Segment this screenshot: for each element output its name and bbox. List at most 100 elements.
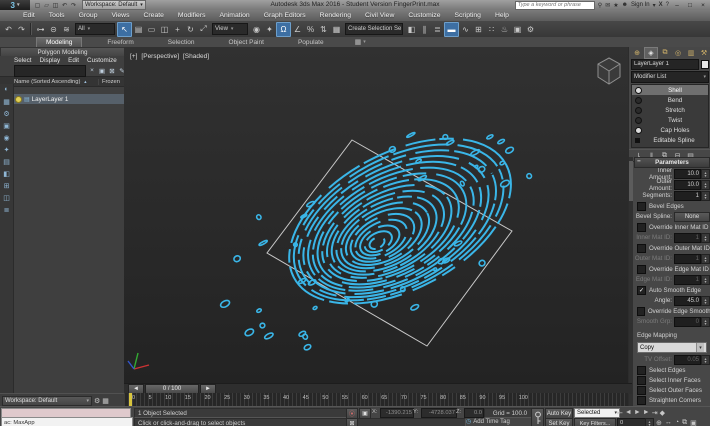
communication-center-icon[interactable]: ✉ (605, 2, 610, 9)
name-column-header[interactable]: Name (Sorted Ascending) (14, 79, 80, 85)
modifier-enabled-bulb-icon[interactable] (635, 97, 642, 104)
curve-editor-icon[interactable]: ∿ (459, 23, 472, 36)
display-shapes-icon[interactable]: ▦ (3, 98, 10, 110)
select-and-link-icon[interactable]: ⊶ (34, 23, 47, 36)
previous-frame-icon[interactable]: ◄ (625, 409, 632, 416)
orbit-icon[interactable]: ◔ (675, 419, 679, 426)
explorer-search-input[interactable] (14, 65, 86, 77)
y-coordinate-field[interactable]: -4728.037 (421, 408, 457, 418)
inner-mat-id-spinner[interactable]: ▴▾ (701, 233, 710, 243)
favorites-icon[interactable]: ★ (613, 2, 618, 9)
track-bar[interactable]: 0510152025303540455055606570758085909510… (124, 393, 628, 406)
inner-mat-id-field[interactable]: 1 (674, 233, 701, 243)
ribbon-tab-modeling[interactable]: Modeling (36, 37, 82, 48)
named-selection-set-dropdown[interactable]: Create Selection Se ▾ (345, 23, 403, 35)
modifier-stack-item-stretch[interactable]: Stretch (632, 105, 708, 115)
percent-snap-icon[interactable]: % (304, 23, 317, 36)
go-to-start-icon[interactable]: ⇤ (617, 409, 623, 417)
modifier-list-dropdown[interactable]: Modifier List ▾ (631, 71, 709, 83)
ribbon-tab-object-paint[interactable]: Object Paint (220, 37, 273, 47)
explorer-menu-customize[interactable]: Customize (83, 57, 121, 64)
menu-graph-editors[interactable]: Graph Editors (257, 12, 313, 19)
menu-modifiers[interactable]: Modifiers (171, 12, 213, 19)
ribbon-tab-selection[interactable]: Selection (159, 37, 204, 47)
spinner-snap-icon[interactable]: ⇅ (317, 23, 330, 36)
modifier-stack-item-twist[interactable]: Twist (632, 115, 708, 125)
explorer-menu-select[interactable]: Select (10, 57, 36, 64)
frozen-column-header[interactable]: Frozen (98, 79, 120, 85)
parameters-rollout-header[interactable]: − Parameters (634, 157, 710, 168)
display-cameras-icon[interactable]: ▣ (3, 122, 10, 134)
minimize-button[interactable]: – (672, 2, 682, 9)
selection-lock-toggle[interactable]: ⊠ (346, 418, 358, 426)
display-groups-icon[interactable]: ▤ (3, 158, 10, 170)
sign-in-button[interactable]: Sign In (631, 2, 650, 8)
angle-field[interactable]: 45.0 (674, 296, 701, 306)
sort-ascending-icon[interactable]: ▲ (83, 79, 87, 84)
modifier-stack-item-bend[interactable]: Bend (632, 95, 708, 105)
tv-offset-field[interactable]: 0.05 (674, 355, 701, 365)
menu-edit[interactable]: Edit (16, 12, 42, 19)
select-and-scale-icon[interactable]: ⤢ (197, 23, 210, 36)
window-crossing-icon[interactable]: ◫ (158, 23, 171, 36)
auto-smooth-edge-checkbox[interactable]: ✓ (637, 286, 646, 295)
explorer-menu-display[interactable]: Display (36, 57, 65, 64)
selection-filter-dropdown[interactable]: All ▾ (75, 23, 115, 35)
modifier-stack-item-shell[interactable]: Shell (632, 85, 708, 95)
workspace-selector-bottom[interactable]: Workspace: Default ▾ (2, 396, 92, 406)
select-by-name-icon[interactable]: ▤ (132, 23, 145, 36)
material-editor-icon[interactable]: ∷ (485, 23, 498, 36)
lock-cell-editing-icon[interactable]: ⊠ (107, 67, 117, 75)
edge-mapping-dropdown[interactable]: Copy ▾ (637, 342, 707, 353)
x-coordinate-field[interactable]: -1390.215 (380, 408, 414, 418)
modifier-stack-item-editable-spline[interactable]: Editable Spline (632, 135, 708, 145)
current-frame-spinner[interactable]: ▴▾ (645, 418, 654, 426)
explorer-layer-row[interactable]: ▤ LayerLayer 1 (13, 94, 124, 104)
undo-icon[interactable]: ↶ (2, 23, 15, 36)
display-spacewarps-icon[interactable]: ✦ (4, 146, 10, 158)
select-and-move-icon[interactable]: + (171, 23, 184, 36)
menu-rendering[interactable]: Rendering (313, 12, 358, 19)
menu-tools[interactable]: Tools (42, 12, 72, 19)
motion-tab[interactable]: ◎ (672, 48, 684, 58)
bind-to-space-warp-icon[interactable]: ≋ (60, 23, 73, 36)
display-geometry-icon[interactable]: ◐ (4, 86, 8, 98)
viewport-general-menu[interactable]: [+] (130, 53, 137, 60)
override-inner-mat-checkbox[interactable] (637, 223, 646, 232)
ribbon-display-icon[interactable]: ▦ (355, 38, 362, 46)
override-outer-mat-checkbox[interactable] (637, 244, 646, 253)
redo-icon[interactable]: ↷ (15, 23, 28, 36)
reference-coordinate-dropdown[interactable]: View ▾ (212, 23, 248, 35)
modify-tab[interactable]: ◈ (644, 47, 658, 59)
align-icon[interactable]: ∥ (418, 23, 431, 36)
display-lights-icon[interactable]: ⚙ (3, 110, 9, 122)
modifier-stack-item-cap-holes[interactable]: Cap Holes (632, 125, 708, 135)
fingerprint-splines[interactable] (191, 93, 561, 383)
smooth-grp-field[interactable]: 0 (674, 317, 701, 327)
next-frame-icon[interactable]: ► (643, 409, 650, 416)
select-and-rotate-icon[interactable]: ↻ (184, 23, 197, 36)
find-icon[interactable]: ▣ (97, 67, 107, 75)
chevron-down-icon[interactable]: ▾ (653, 2, 656, 9)
override-edge-mat-checkbox[interactable] (637, 265, 646, 274)
manage-workspaces-icon[interactable]: ⚙ (94, 397, 100, 405)
display-bones-icon[interactable]: ◫ (3, 194, 10, 206)
use-pivot-center-icon[interactable]: ◉ (250, 23, 263, 36)
zoom-icon[interactable]: ⊕ (656, 419, 662, 426)
select-outer-faces-checkbox[interactable] (637, 386, 646, 395)
display-containers-icon[interactable]: ≣ (4, 206, 10, 218)
layer-manager-icon[interactable]: ≣ (431, 23, 444, 36)
ribbon-config-icon[interactable]: ▦ (102, 397, 109, 405)
modifier-enabled-bulb-icon[interactable] (635, 107, 642, 114)
menu-animation[interactable]: Animation (212, 12, 256, 19)
rollout-scrollbar[interactable] (629, 157, 633, 406)
zoom-extents-icon[interactable]: ⧉ (682, 419, 687, 426)
chevron-down-icon[interactable]: ▾ (363, 39, 366, 45)
inner-amount-field[interactable]: 10.0 (674, 169, 701, 179)
explorer-menu-edit[interactable]: Edit (64, 57, 83, 64)
select-and-manipulate-icon[interactable]: ✦ (263, 23, 276, 36)
menu-scripting[interactable]: Scripting (447, 12, 487, 19)
search-icon[interactable]: ⚲ (598, 2, 602, 9)
set-keys-button[interactable] (531, 408, 544, 426)
hierarchy-tab[interactable]: ⧉ (659, 48, 671, 58)
